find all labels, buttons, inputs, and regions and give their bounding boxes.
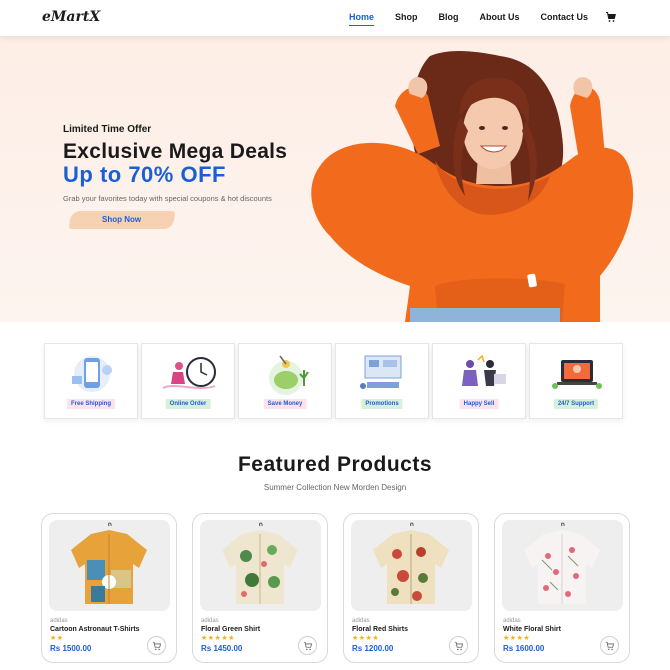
product-image (502, 520, 623, 611)
product-name: Floral Green Shirt (201, 626, 261, 633)
section-subtitle: Summer Collection New Morden Design (263, 483, 407, 492)
feature-badge: Free Shipping (66, 399, 116, 409)
shirt-image (524, 522, 600, 604)
top-navbar: eMartX Home Shop Blog About Us Contact U… (0, 0, 670, 36)
product-name: Floral Red Shirts (352, 626, 409, 633)
piggy-bank-illustration (269, 355, 309, 395)
product-name: White Floral Shirt (503, 626, 561, 633)
nav-link-blog[interactable]: Blog (438, 12, 458, 22)
hero-title: Exclusive Mega Deals (63, 140, 288, 163)
product-rating: ★★★★ (503, 635, 531, 642)
product-card[interactable]: adidas Floral Red Shirts ★★★★ Rs 1200.00 (343, 513, 479, 663)
feature-card-save-money[interactable]: Save Money (238, 343, 332, 419)
cart-icon (605, 641, 614, 650)
product-name: Cartoon Astronaut T-Shirts (50, 626, 140, 633)
product-brand: adidas (50, 618, 68, 624)
nav-links: Home Shop Blog About Us Contact Us (328, 12, 588, 26)
product-card[interactable]: adidas Floral Green Shirt ★★★★★ Rs 1450.… (192, 513, 328, 663)
nav-link-shop[interactable]: Shop (395, 12, 418, 22)
product-card[interactable]: adidas Cartoon Astronaut T-Shirts ★★ Rs … (41, 513, 177, 663)
cart-icon (303, 641, 312, 650)
product-card[interactable]: adidas White Floral Shirt ★★★★ Rs 1600.0… (494, 513, 630, 663)
feature-badge: Online Order (165, 399, 211, 409)
add-to-cart-button[interactable] (600, 636, 619, 655)
product-image (49, 520, 170, 611)
clock-runner-illustration (162, 357, 216, 389)
add-to-cart-button[interactable] (147, 636, 166, 655)
add-to-cart-button[interactable] (298, 636, 317, 655)
product-image (200, 520, 321, 611)
feature-badge: 24/7 Support (553, 399, 599, 409)
shop-now-button[interactable]: Shop Now (68, 211, 176, 229)
product-rating: ★★ (50, 635, 64, 642)
shirt-image (222, 522, 298, 604)
feature-badge: Promotions (361, 399, 403, 409)
support-laptop-illustration (552, 360, 602, 389)
nav-link-contact[interactable]: Contact Us (540, 12, 588, 22)
hero-banner: Limited Time Offer Exclusive Mega Deals … (0, 36, 670, 322)
feature-card-free-shipping[interactable]: Free Shipping (44, 343, 138, 419)
section-title: Featured Products (237, 453, 433, 476)
promotion-board-illustration (360, 355, 402, 389)
product-brand: adidas (503, 618, 521, 624)
feature-card-happy-sell[interactable]: Happy Sell (432, 343, 526, 419)
product-grid: adidas Cartoon Astronaut T-Shirts ★★ Rs … (41, 513, 630, 663)
product-price: Rs 1500.00 (50, 644, 92, 653)
hero-highlight: Up to 70% OFF (63, 162, 226, 187)
nav-link-about[interactable]: About Us (479, 12, 519, 22)
feature-card-online-order[interactable]: Online Order (141, 343, 235, 419)
product-rating: ★★★★ (352, 635, 380, 642)
shirt-image (373, 522, 449, 604)
phone-delivery-illustration (72, 356, 112, 392)
feature-card-promotions[interactable]: Promotions (335, 343, 429, 419)
shirt-image (71, 522, 147, 604)
product-brand: adidas (201, 618, 219, 624)
product-rating: ★★★★★ (201, 635, 235, 642)
cart-icon (152, 641, 161, 650)
product-price: Rs 1450.00 (201, 644, 243, 653)
hero-description: Grab your favorites today with special c… (63, 194, 272, 203)
hero-model-image (311, 51, 634, 322)
happy-people-illustration (462, 354, 506, 386)
cart-icon (454, 641, 463, 650)
nav-link-home[interactable]: Home (348, 12, 374, 26)
shop-now-label: Shop Now (102, 215, 142, 224)
product-brand: adidas (352, 618, 370, 624)
product-image (351, 520, 472, 611)
feature-cards: Free Shipping Online Order Save Money Pr… (44, 343, 626, 419)
feature-badge: Happy Sell (459, 399, 499, 409)
hero-kicker: Limited Time Offer (63, 124, 152, 135)
feature-card-support[interactable]: 24/7 Support (529, 343, 623, 419)
add-to-cart-button[interactable] (449, 636, 468, 655)
feature-badge: Save Money (263, 399, 307, 409)
product-price: Rs 1200.00 (352, 644, 394, 653)
cart-icon[interactable] (605, 11, 617, 23)
logo[interactable]: eMartX (42, 9, 100, 25)
product-price: Rs 1600.00 (503, 644, 545, 653)
